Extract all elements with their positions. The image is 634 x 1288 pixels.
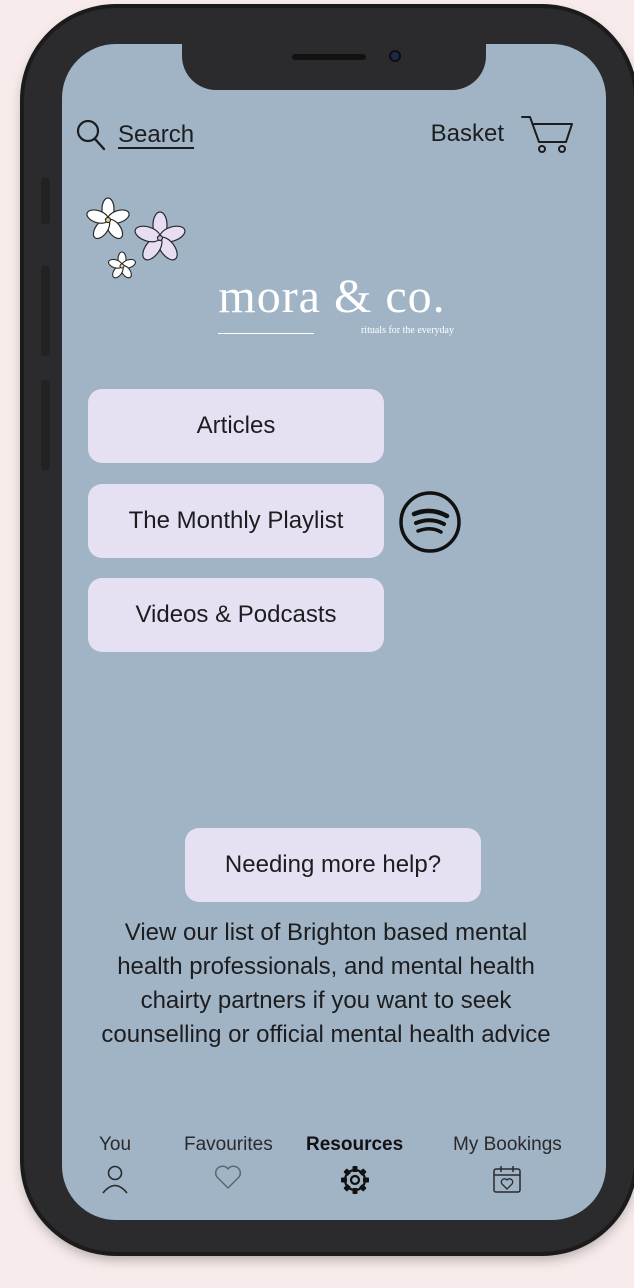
needing-more-help-button[interactable]: Needing more help? [185,828,481,902]
monthly-playlist-button[interactable]: The Monthly Playlist [88,484,384,558]
tab-favourites-label: Favourites [184,1134,273,1155]
tab-you-label: You [99,1134,132,1155]
volume-down-button [41,380,50,470]
search-label: Search [118,121,195,148]
search-link[interactable]: Search [76,119,194,151]
logo-divider [218,333,314,334]
tab-favourites[interactable]: Favourites [184,1134,273,1190]
tab-my-bookings-label: My Bookings [453,1134,562,1155]
brand-tagline: rituals for the everyday [360,325,454,336]
gear-icon [340,1166,369,1194]
notch [182,44,486,90]
basket-link[interactable]: Basket [431,114,574,154]
user-icon [102,1165,128,1194]
spotify-icon[interactable] [398,490,462,554]
mute-switch [41,178,50,224]
help-description: View our list of Brighton based mental h… [101,919,551,1048]
basket-label: Basket [430,120,504,147]
brand-name: mora & co. [218,270,446,323]
volume-up-button [41,266,50,356]
cart-icon [521,116,573,153]
flowers-illustration [86,197,186,279]
search-icon [76,119,106,151]
tab-resources[interactable]: Resources [306,1134,403,1196]
brand-logo: mora & co. rituals for the everyday [192,269,472,336]
front-camera [389,50,401,62]
tab-resources-label: Resources [306,1134,404,1155]
calendar-icon [493,1166,522,1193]
videos-podcasts-button[interactable]: Videos & Podcasts [88,578,384,652]
tab-my-bookings[interactable]: My Bookings [453,1134,562,1194]
speaker [292,54,366,60]
articles-button[interactable]: Articles [88,389,384,463]
bottom-tab-bar: You Favourites Resources My Bookings [62,1134,606,1204]
app-screen: Search Basket mora & co. rituals for the… [62,44,606,1220]
heart-icon [215,1165,242,1189]
tab-you[interactable]: You [99,1134,131,1194]
